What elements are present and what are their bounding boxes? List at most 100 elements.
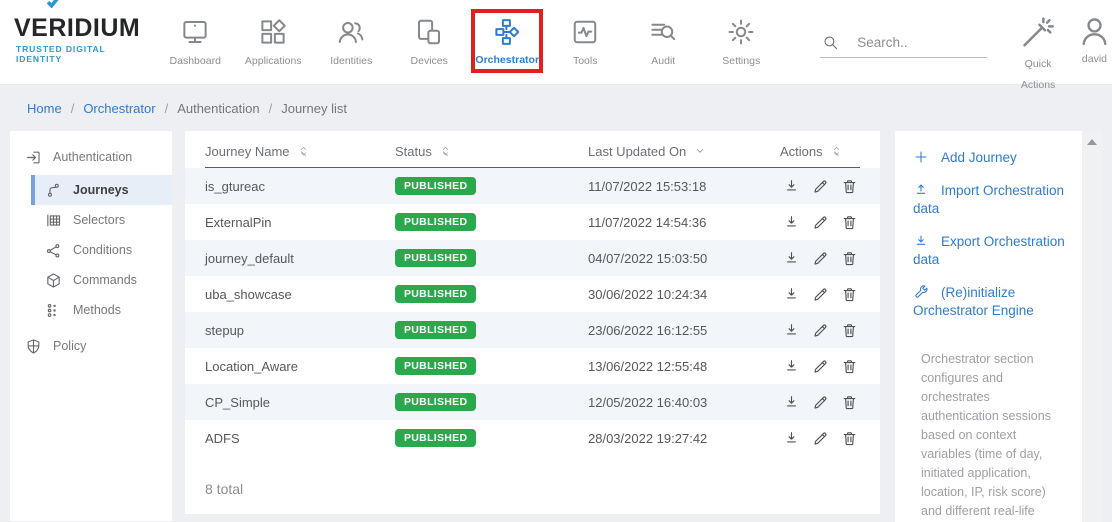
edit-button[interactable] [812,394,829,411]
download-button[interactable] [783,430,800,447]
edit-button[interactable] [812,214,829,231]
nav-item-audit[interactable]: Audit [624,0,702,73]
nav-item-label: Settings [722,55,760,67]
edit-button[interactable] [812,430,829,447]
delete-icon [841,178,858,195]
conditions-icon [45,242,62,259]
nav-item-tools[interactable]: Tools [546,0,624,73]
download-button[interactable] [783,394,800,411]
journey-name-cell: CP_Simple [205,395,395,410]
download-button[interactable] [783,322,800,339]
edit-button[interactable] [812,358,829,375]
sort-toggle-icon [831,146,842,157]
scroll-up-arrow-icon[interactable] [1087,139,1097,145]
delete-icon [841,358,858,375]
sidebar-item-authentication[interactable]: Authentication [10,143,172,171]
nav-item-applications[interactable]: Applications [234,0,312,73]
sidebar-item-policy[interactable]: Policy [10,332,172,360]
status-cell: PUBLISHED [395,285,588,303]
panel-link-re-initialize-orchestrator-engine[interactable]: (Re)initialize Orchestrator Engine [913,284,1068,320]
delete-button[interactable] [841,322,858,339]
nav-item-dashboard[interactable]: Dashboard [156,0,234,73]
sidebar-item-journeys[interactable]: Journeys [31,175,172,205]
download-button[interactable] [783,358,800,375]
breadcrumb-item-journey-list: Journey list [281,101,347,116]
panel-links: Add Journey Import Orchestration data Expo… [913,149,1068,320]
download-icon [783,214,800,231]
breadcrumb-item-home[interactable]: Home [27,101,62,116]
status-cell: PUBLISHED [395,177,588,195]
edit-button[interactable] [812,250,829,267]
user-menu[interactable]: david [1077,0,1112,65]
panel-link-add-journey[interactable]: Add Journey [913,149,1068,167]
edit-icon [812,394,829,411]
column-header-actions[interactable]: Actions [780,144,860,159]
sidebar-item-label: Authentication [53,150,132,164]
panel-link-label: Add Journey [941,150,1017,165]
edit-icon [812,214,829,231]
download-button[interactable] [783,214,800,231]
dashboard-icon [180,17,210,47]
breadcrumb-item-orchestrator[interactable]: Orchestrator [83,101,155,116]
status-badge: PUBLISHED [395,429,476,447]
sort-desc-icon [694,145,706,157]
panel-link-import-orchestration-data[interactable]: Import Orchestration data [913,182,1068,218]
download-button[interactable] [783,250,800,267]
sidebar-item-commands[interactable]: Commands [31,265,172,295]
sidebar-item-conditions[interactable]: Conditions [31,235,172,265]
search-box [820,28,987,58]
table-row: ExternalPinPUBLISHED11/07/2022 14:54:36 [185,204,880,240]
delete-button[interactable] [841,358,858,375]
delete-button[interactable] [841,286,858,303]
delete-button[interactable] [841,214,858,231]
edit-button[interactable] [812,178,829,195]
download-button[interactable] [783,286,800,303]
journey-name-cell: ADFS [205,431,395,446]
delete-icon [841,322,858,339]
nav-item-settings[interactable]: Settings [702,0,780,73]
search-icon [822,34,839,51]
sidebar-item-selectors[interactable]: Selectors [31,205,172,235]
vertical-scrollbar[interactable] [1082,131,1102,522]
nav-item-identities[interactable]: Identities [312,0,390,73]
orchestrator-icon [492,17,522,47]
export-icon [913,233,929,249]
download-icon [783,430,800,447]
edit-button[interactable] [812,322,829,339]
quick-actions-button[interactable]: Quick Actions [1019,0,1057,93]
status-badge: PUBLISHED [395,249,476,267]
top-navigation-bar: VERIDIUM TRUSTED DIGITAL IDENTITY Dashbo… [0,0,1112,85]
column-header-status[interactable]: Status [395,144,588,159]
breadcrumb-separator: / [165,101,169,116]
download-icon [783,394,800,411]
actions-cell [780,358,860,375]
delete-button[interactable] [841,394,858,411]
sort-toggle-icon [440,146,451,157]
edit-icon [812,322,829,339]
download-button[interactable] [783,178,800,195]
delete-button[interactable] [841,250,858,267]
identities-icon [336,17,366,47]
sidebar-item-label: Policy [53,339,86,353]
column-header-last-updated-on[interactable]: Last Updated On [588,144,780,159]
delete-button[interactable] [841,430,858,447]
last-updated-cell: 11/07/2022 15:53:18 [588,179,780,194]
panel-link-export-orchestration-data[interactable]: Export Orchestration data [913,233,1068,269]
column-header-journey-name[interactable]: Journey Name [205,144,395,159]
table-header: Journey NameStatusLast Updated OnActions [205,135,860,168]
nav-item-label: Devices [411,55,448,67]
nav-item-devices[interactable]: Devices [390,0,468,73]
search-input[interactable] [857,35,987,50]
table-row: stepupPUBLISHED23/06/2022 16:12:55 [185,312,880,348]
sidebar-item-methods[interactable]: Methods [31,295,172,325]
logo-wordmark: VERIDIUM [14,15,140,43]
sidebar-item-label: Commands [73,273,137,287]
auth-icon [25,149,42,166]
audit-icon [648,17,678,47]
delete-button[interactable] [841,178,858,195]
delete-icon [841,250,858,267]
journey-name-cell: uba_showcase [205,287,395,302]
edit-button[interactable] [812,286,829,303]
nav-item-orchestrator[interactable]: Orchestrator [471,9,543,73]
policy-icon [25,338,42,355]
